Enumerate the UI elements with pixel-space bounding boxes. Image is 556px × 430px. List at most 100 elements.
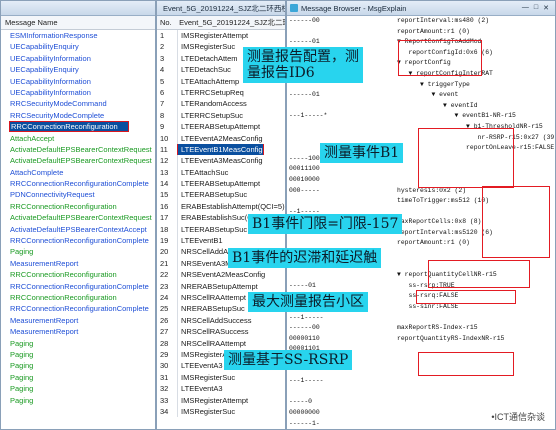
message-row[interactable]: Paging	[1, 360, 155, 371]
maximize-icon[interactable]: □	[534, 4, 538, 12]
event-row[interactable]: 6 LTERRCSetupReq	[157, 86, 285, 99]
event-row[interactable]: 22 NRSEventA2MeasConfig	[157, 269, 285, 281]
close-icon[interactable]: ✕	[543, 4, 549, 12]
event-row-no: 33	[157, 394, 178, 406]
message-row[interactable]: AttachComplete	[1, 167, 155, 178]
event-row-no: 29	[157, 348, 178, 361]
message-row[interactable]: RRCSecurityModeComplete	[1, 110, 155, 121]
event-row-no: 14	[157, 178, 178, 190]
message-row[interactable]: ActivateDefaultEPSBearerContextRequest	[1, 144, 155, 155]
message-row[interactable]: UECapabilityInformation	[1, 53, 155, 64]
message-row-label: UECapabilityEnquiry	[10, 65, 79, 75]
event-row-no: 26	[157, 314, 178, 327]
message-row[interactable]: MeasurementReport	[1, 315, 155, 326]
message-row[interactable]: ActivateDefaultEPSBearerContextRequest	[1, 212, 155, 223]
event-row[interactable]: 7 LTERandomAccess	[157, 98, 285, 110]
message-row[interactable]: MeasurementReport	[1, 326, 155, 337]
message-row[interactable]: RRCConnectionReconfiguration	[1, 269, 155, 280]
event-row[interactable]: 19 LTEEventB1	[157, 235, 285, 247]
message-row[interactable]: Paging	[1, 372, 155, 383]
message-row[interactable]: Paging	[1, 338, 155, 349]
event-row[interactable]: 10 LTEEventA2MeasConfig	[157, 132, 285, 144]
event-row[interactable]: 33 IMSRegisterAttempt	[157, 394, 285, 406]
message-row-label: RRCConnectionReconfigurationComplete	[10, 236, 149, 246]
event-row-no: 15	[157, 189, 178, 201]
event-row-name: NRERABSetupAttempt	[181, 281, 258, 291]
event-row[interactable]: 28 NRSCellRAAttempt	[157, 337, 285, 349]
message-row[interactable]: RRCConnectionReconfigurationComplete	[1, 178, 155, 189]
message-browser-icon	[290, 4, 298, 12]
event-row[interactable]: 27 NRSCellRASuccess	[157, 326, 285, 338]
event-row-no: 23	[157, 280, 178, 292]
message-row[interactable]: Paging	[1, 395, 155, 406]
message-row-label: RRCConnectionReconfiguration	[10, 201, 117, 211]
event-row[interactable]: 11 LTEEventB1MeasConfig	[157, 143, 285, 156]
message-row[interactable]: RRCConnectionReconfiguration	[1, 201, 155, 212]
event-row[interactable]: 31 IMSRegisterSuc	[157, 371, 285, 384]
message-row[interactable]: PDNConnectivityRequest	[1, 189, 155, 200]
message-row[interactable]: RRCSecurityModeCommand	[1, 98, 155, 109]
message-row-label: Paging	[10, 338, 34, 348]
event-row-no: 20	[157, 246, 178, 258]
event-row[interactable]: 8 LTERRCSetupSuc	[157, 109, 285, 122]
event-row-name: LTEDetachAttem	[181, 53, 238, 63]
event-table-header[interactable]: No. Event_5G_20191224_SJZ北二环西	[157, 16, 285, 30]
event-row-name: LTEEventA3MeasConfig	[181, 156, 263, 166]
event-row[interactable]: 1 IMSRegisterAttempt	[157, 30, 285, 42]
event-row[interactable]: 26 NRSCellAddSuccess	[157, 314, 285, 327]
message-row[interactable]: UECapabilityInformation	[1, 87, 155, 98]
minimize-icon[interactable]: —	[522, 4, 529, 12]
message-row[interactable]: UECapabilityEnquiry	[1, 41, 155, 52]
message-row[interactable]: Paging	[1, 349, 155, 360]
event-row-name: ERABEstablishAttempt(QCI=5)	[181, 201, 285, 211]
annotation-b1-hysteresis: B1事件的迟滞和延迟触	[228, 248, 382, 268]
event-row[interactable]: 9 LTEERABSetupAttempt	[157, 121, 285, 133]
event-row-name: LTEEventB1	[181, 236, 223, 246]
message-row[interactable]: MeasurementReport	[1, 258, 155, 269]
event-row[interactable]: 15 LTEERABSetupSuc	[157, 189, 285, 201]
message-row[interactable]: RRCConnectionReconfiguration	[1, 292, 155, 303]
message-row[interactable]: UECapabilityEnquiry	[1, 64, 155, 75]
event-row-no: 34	[157, 405, 178, 418]
event-row[interactable]: 34 IMSRegisterSuc	[157, 405, 285, 418]
message-row[interactable]: RRCConnectionReconfigurationComplete	[1, 235, 155, 246]
message-name-header[interactable]: Message Name	[1, 16, 155, 30]
message-row-label: Paging	[10, 372, 34, 382]
event-row[interactable]: 16 ERABEstablishAttempt(QCI=5)	[157, 200, 285, 213]
event-list-title: Event_5G_20191224_SJZ北二环西桥幕墙	[163, 3, 285, 13]
event-row-name: LTEDetachSuc	[181, 65, 231, 75]
message-row[interactable]: RRCConnectionReconfiguration	[1, 121, 155, 133]
message-row[interactable]: RRCConnectionReconfigurationComplete	[1, 281, 155, 292]
message-row[interactable]: RRCConnectionReconfigurationComplete	[1, 303, 155, 314]
event-row-no: 28	[157, 337, 178, 349]
event-row-name: NRSCellRASuccess	[181, 327, 249, 337]
event-row-name: LTEEventB1MeasConfig	[177, 143, 264, 156]
event-row[interactable]: 13 LTEAttachSuc	[157, 166, 285, 179]
message-row[interactable]: ActivateDefaultEPSBearerContextRequest	[1, 155, 155, 166]
message-row-label: UECapabilityEnquiry	[10, 42, 79, 52]
event-row-no: 16	[157, 200, 178, 213]
threshold-box	[482, 186, 550, 258]
event-row[interactable]: 14 LTEERABSetupAttempt	[157, 178, 285, 190]
message-row-label: RRCSecurityModeComplete	[10, 110, 105, 120]
max-report-cells-box	[416, 290, 516, 304]
event-row-name: IMSRegisterAttempt	[181, 31, 249, 40]
message-name-header-label: Message Name	[5, 18, 58, 27]
message-row[interactable]: ActivateDefaultEPSBearerContextAccept	[1, 224, 155, 235]
event-row-name: IMSRegisterSuc	[181, 42, 236, 52]
message-row-label: RRCSecurityModeCommand	[10, 99, 107, 109]
message-row-label: ActivateDefaultEPSBearerContextRequest	[10, 213, 152, 223]
event-row-no: 32	[157, 383, 178, 395]
message-row[interactable]: AttachAccept	[1, 133, 155, 144]
event-row[interactable]: 32 LTEEventA3	[157, 383, 285, 395]
message-row[interactable]: ESMInformationResponse	[1, 30, 155, 41]
event-row-name: LTEEventA3	[181, 361, 223, 371]
event-row[interactable]: 12 LTEEventA3MeasConfig	[157, 155, 285, 167]
event-row-no: 9	[157, 121, 178, 133]
message-row[interactable]: Paging	[1, 246, 155, 257]
event-row[interactable]: 23 NRERABSetupAttempt	[157, 280, 285, 292]
event-row-no: 17	[157, 212, 178, 224]
message-row[interactable]: UECapabilityInformation	[1, 76, 155, 87]
event-row-name: IMSRegisterAttempt	[181, 395, 249, 405]
message-row[interactable]: Paging	[1, 383, 155, 394]
